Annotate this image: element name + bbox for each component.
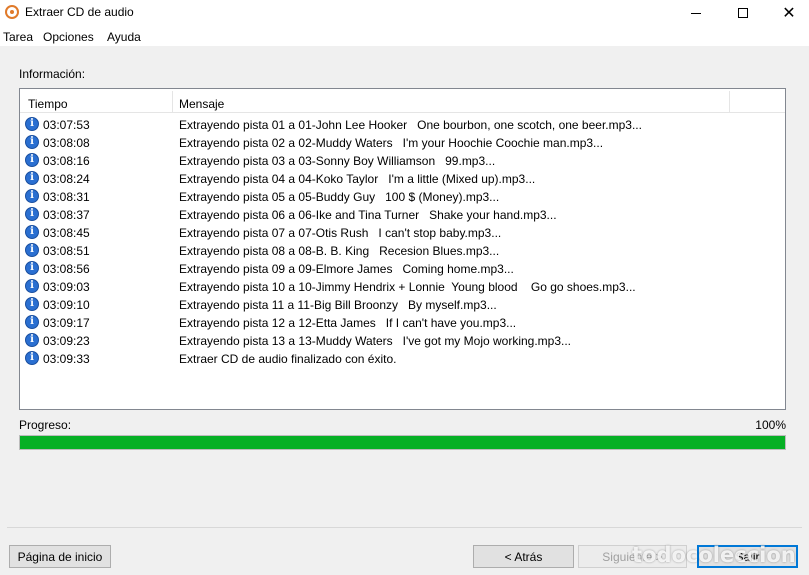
row-time: 03:09:03 (43, 280, 90, 294)
row-message: Extrayendo pista 01 a 01-John Lee Hooker… (179, 118, 642, 132)
maximize-icon (738, 8, 748, 18)
back-button[interactable]: < Atrás (473, 545, 574, 568)
progress-bar (19, 435, 786, 450)
close-icon: ✕ (782, 3, 796, 22)
info-icon: i (25, 153, 39, 167)
info-icon: i (25, 117, 39, 131)
row-time: 03:08:16 (43, 154, 90, 168)
table-row[interactable]: i 03:08:31 Extrayendo pista 05 a 05-Buddy … (20, 188, 785, 206)
row-time: 03:08:45 (43, 226, 90, 240)
info-icon: i (25, 279, 39, 293)
row-time: 03:08:56 (43, 262, 90, 276)
title-bar: Extraer CD de audio ✕ (0, 0, 809, 26)
row-message: Extrayendo pista 08 a 08-B. B. King Rece… (179, 244, 500, 258)
info-icon: i (25, 189, 39, 203)
row-time: 03:09:23 (43, 334, 90, 348)
minimize-icon (691, 12, 701, 14)
column-separator[interactable] (172, 91, 173, 113)
row-time: 03:09:10 (43, 298, 90, 312)
info-icon: i (25, 315, 39, 329)
log-rows: i 03:07:53 Extrayendo pista 01 a 01-John L… (20, 116, 785, 368)
row-message: Extrayendo pista 12 a 12-Etta James If I… (179, 316, 517, 330)
row-message: Extrayendo pista 04 a 04-Koko Taylor I'm… (179, 172, 536, 186)
menu-item-ayuda[interactable]: Ayuda (107, 30, 141, 44)
table-row[interactable]: i 03:08:24 Extrayendo pista 04 a 04-Koko T… (20, 170, 785, 188)
progress-label: Progreso: (19, 418, 72, 432)
table-row[interactable]: i 03:08:08 Extrayendo pista 02 a 02-Muddy … (20, 134, 785, 152)
next-button[interactable]: Siguiente > (578, 545, 687, 568)
table-row[interactable]: i 03:09:17 Extrayendo pista 12 a 12-Etta J… (20, 314, 785, 332)
menu-item-opciones[interactable]: Opciones (43, 30, 94, 44)
row-message: Extrayendo pista 10 a 10-Jimmy Hendrix +… (179, 280, 636, 294)
info-icon: i (25, 333, 39, 347)
info-icon: i (25, 135, 39, 149)
table-row[interactable]: i 03:08:56 Extrayendo pista 09 a 09-Elmore… (20, 260, 785, 278)
table-row[interactable]: i 03:08:16 Extrayendo pista 03 a 03-Sonny … (20, 152, 785, 170)
row-time: 03:08:24 (43, 172, 90, 186)
info-icon: i (25, 261, 39, 275)
info-icon: i (25, 207, 39, 221)
table-row[interactable]: i 03:07:53 Extrayendo pista 01 a 01-John L… (20, 116, 785, 134)
row-time: 03:08:51 (43, 244, 90, 258)
info-icon: i (25, 243, 39, 257)
cd-icon (5, 5, 19, 19)
info-icon: i (25, 297, 39, 311)
menu-item-tarea[interactable]: Tarea (3, 30, 33, 44)
table-row[interactable]: i 03:08:45 Extrayendo pista 07 a 07-Otis R… (20, 224, 785, 242)
table-row[interactable]: i 03:09:03 Extrayendo pista 10 a 10-Jimmy … (20, 278, 785, 296)
info-icon: i (25, 171, 39, 185)
table-row[interactable]: i 03:08:51 Extrayendo pista 08 a 08-B. B. … (20, 242, 785, 260)
row-time: 03:07:53 (43, 118, 90, 132)
row-message: Extrayendo pista 03 a 03-Sonny Boy Willi… (179, 154, 496, 168)
home-page-button[interactable]: Página de inicio (9, 545, 111, 568)
table-row[interactable]: i 03:08:37 Extrayendo pista 06 a 06-Ike an… (20, 206, 785, 224)
log-list[interactable]: Tiempo Mensaje i 03:07:53 Extrayendo pista… (19, 88, 786, 410)
divider (7, 527, 802, 528)
info-label: Información: (19, 67, 86, 81)
column-separator[interactable] (729, 91, 730, 113)
progress-percent: 100% (755, 418, 786, 432)
close-button[interactable]: ✕ (766, 0, 809, 26)
info-icon: i (25, 351, 39, 365)
table-row[interactable]: i 03:09:10 Extrayendo pista 11 a 11-Big Bi… (20, 296, 785, 314)
table-row[interactable]: i 03:09:23 Extrayendo pista 13 a 13-Muddy … (20, 332, 785, 350)
row-message: Extrayendo pista 13 a 13-Muddy Waters I'… (179, 334, 572, 348)
row-message: Extrayendo pista 11 a 11-Big Bill Broonz… (179, 298, 497, 312)
column-header-tiempo[interactable]: Tiempo (28, 97, 68, 111)
row-time: 03:08:08 (43, 136, 90, 150)
column-header-mensaje[interactable]: Mensaje (179, 97, 224, 111)
info-icon: i (25, 225, 39, 239)
row-message: Extrayendo pista 05 a 05-Buddy Guy 100 $… (179, 190, 500, 204)
log-header: Tiempo Mensaje (20, 89, 785, 113)
exit-button[interactable]: Salir (697, 545, 798, 568)
row-time: 03:09:17 (43, 316, 90, 330)
row-time: 03:08:31 (43, 190, 90, 204)
maximize-button[interactable] (720, 0, 766, 26)
row-time: 03:08:37 (43, 208, 90, 222)
row-message: Extrayendo pista 02 a 02-Muddy Waters I'… (179, 136, 604, 150)
table-row[interactable]: i 03:09:33 Extraer CD de audio finalizado … (20, 350, 785, 368)
progress-bar-fill (20, 436, 785, 449)
menu-bar: Tarea Opciones Ayuda (0, 26, 809, 46)
row-message: Extrayendo pista 09 a 09-Elmore James Co… (179, 262, 514, 276)
row-message: Extrayendo pista 07 a 07-Otis Rush I can… (179, 226, 502, 240)
row-message: Extraer CD de audio finalizado con éxito… (179, 352, 397, 366)
row-time: 03:09:33 (43, 352, 90, 366)
minimize-button[interactable] (673, 0, 719, 26)
row-message: Extrayendo pista 06 a 06-Ike and Tina Tu… (179, 208, 557, 222)
window-title: Extraer CD de audio (25, 5, 134, 19)
